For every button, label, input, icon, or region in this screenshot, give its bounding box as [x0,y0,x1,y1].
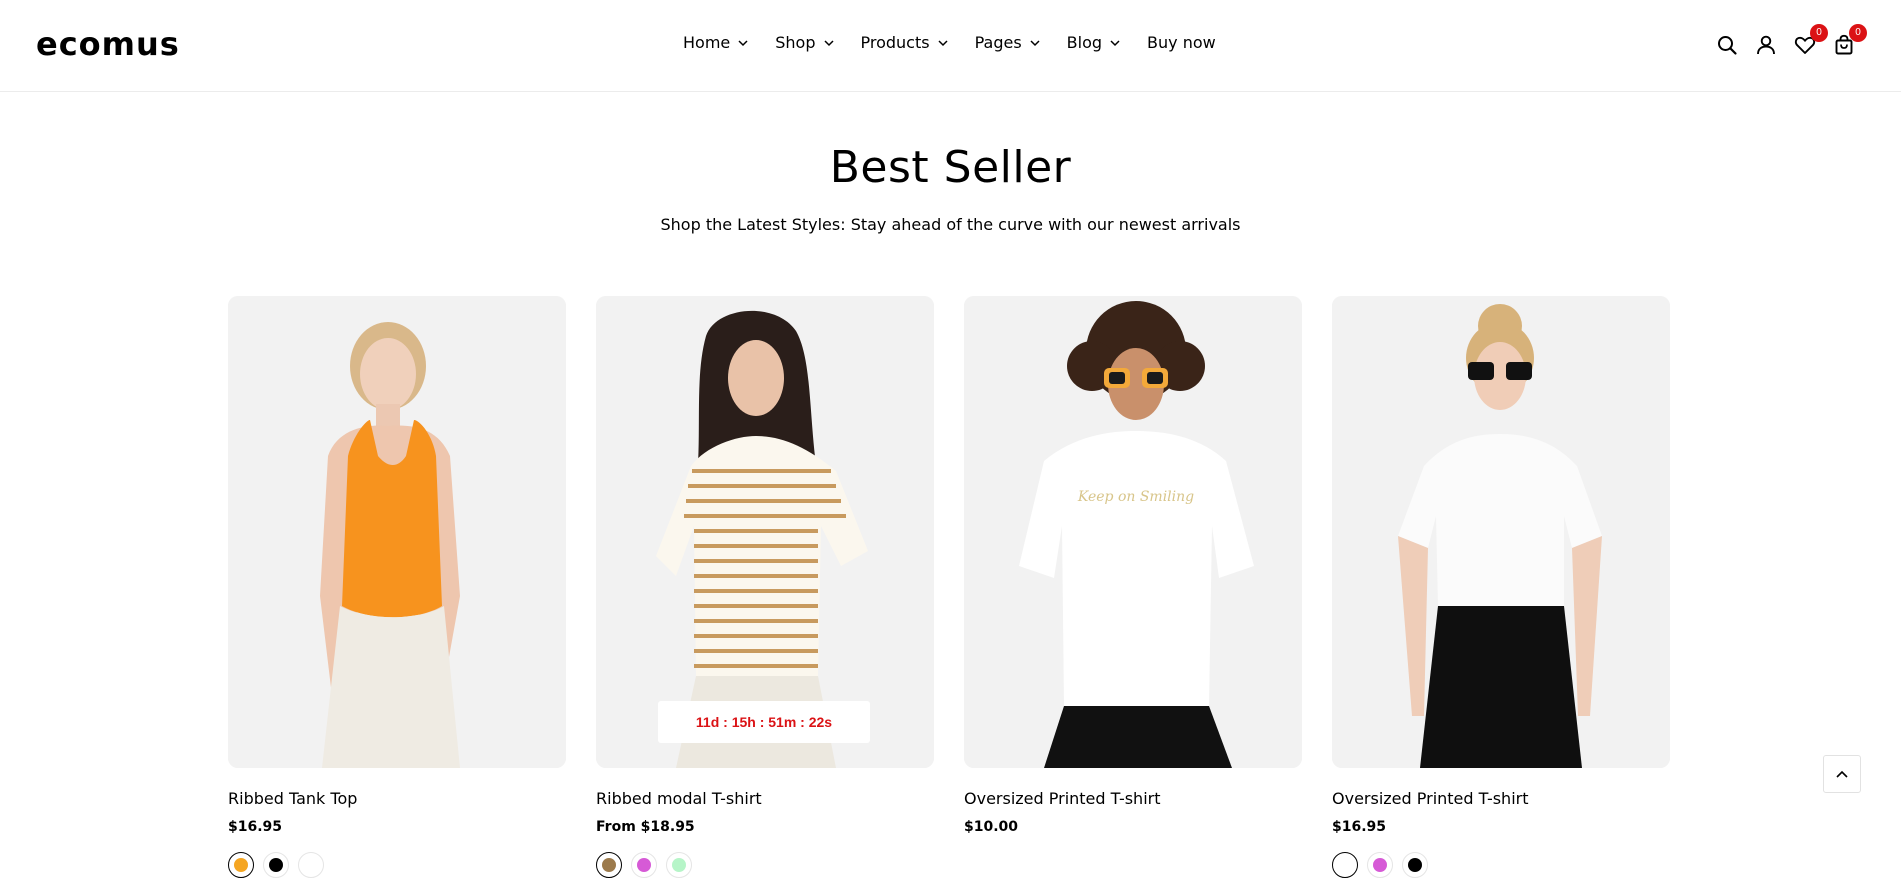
user-icon [1757,35,1775,55]
swatch-dot [234,858,248,872]
main-nav: Home Shop Products Pages Blog Buy now [683,30,1216,56]
swatch-dot [304,858,318,872]
color-swatches [596,852,934,878]
color-swatch-purple[interactable] [1367,852,1393,878]
nav-products-label: Products [860,33,930,52]
cart-count-badge: 0 [1849,24,1867,42]
swatch-dot [1373,858,1387,872]
nav-blog-label: Blog [1066,33,1103,52]
product-card: Ribbed Tank Top $16.95 [228,296,566,878]
product-name[interactable]: Ribbed Tank Top [228,788,566,810]
product-name[interactable]: Ribbed modal T-shirt [596,788,934,810]
cart-button[interactable]: 0 [1829,24,1867,60]
product-grid: Ribbed Tank Top $16.95 11d: 15h: 51m:… [228,296,1670,879]
product-photo-oversized-tshirt: Keep on Smiling [964,296,1302,768]
swatch-dot [1408,858,1422,872]
chevron-down-icon [938,40,948,47]
product-card: 11d : 15h : 51m : 22s Ribbed modal T-shi… [596,296,934,878]
product-price: From $18.95 [596,819,695,835]
product-price: $16.95 [228,819,283,835]
nav-buy-now[interactable]: Buy now [1147,30,1216,56]
chevron-up-icon [1836,770,1848,778]
product-image[interactable] [228,296,566,768]
nav-pages-label: Pages [974,33,1022,52]
svg-text:Keep on Smiling: Keep on Smiling [1077,489,1194,505]
nav-home-label: Home [683,33,731,52]
nav-products[interactable]: Products [861,30,949,56]
color-swatch-white[interactable] [1332,852,1358,878]
swatch-dot [602,858,616,872]
product-photo-tank-top [228,296,566,768]
countdown-timer: 11d : 15h : 51m : 22s [658,701,870,743]
section-title: Best Seller [829,142,1072,193]
product-price: $10.00 [964,819,1019,835]
nav-pages[interactable]: Pages [975,30,1041,56]
color-swatch-orange[interactable] [228,852,254,878]
product-price: $16.95 [1332,819,1387,835]
nav-blog[interactable]: Blog [1067,30,1121,56]
chevron-down-icon [823,40,834,47]
account-button[interactable] [1751,30,1781,60]
swatch-dot [637,858,651,872]
chevron-down-icon [1110,40,1120,47]
swatch-dot [1338,858,1352,872]
nav-shop-label: Shop [775,33,816,52]
color-swatch-mint[interactable] [666,852,692,878]
logo[interactable]: ecomus [36,28,180,60]
product-photo-white-tshirt [1332,296,1670,768]
nav-buy-now-label: Buy now [1147,33,1216,52]
nav-home[interactable]: Home [683,30,749,56]
product-image[interactable] [1332,296,1670,768]
wishlist-count-badge: 0 [1810,24,1828,42]
site-header: ecomus Home Shop Products Pages Blog Buy… [0,0,1901,92]
swatch-dot [672,858,686,872]
product-name[interactable]: Oversized Printed T-shirt [964,788,1302,810]
color-swatch-black[interactable] [1402,852,1428,878]
color-swatch-purple[interactable] [631,852,657,878]
product-card: Oversized Printed T-shirt $16.95 [1332,296,1670,878]
section-subtitle: Shop the Latest Styles: Stay ahead of th… [660,215,1241,234]
color-swatches [1332,852,1670,878]
product-photo-striped-tshirt [596,296,934,768]
color-swatch-brown[interactable] [596,852,622,878]
product-image[interactable]: Keep on Smiling [964,296,1302,768]
wishlist-button[interactable]: 0 [1790,24,1828,60]
search-button[interactable] [1712,30,1742,60]
color-swatch-white[interactable] [298,852,324,878]
back-to-top-button[interactable] [1823,755,1861,793]
search-icon [1718,36,1737,55]
product-card: Keep on Smiling Oversized Printed T-shir… [964,296,1302,836]
nav-shop[interactable]: Shop [775,30,834,56]
color-swatches [228,852,566,878]
chevron-down-icon [1030,40,1040,47]
chevron-down-icon [738,40,748,47]
product-name[interactable]: Oversized Printed T-shirt [1332,788,1670,810]
swatch-dot [269,858,283,872]
color-swatch-black[interactable] [263,852,289,878]
product-image[interactable]: 11d : 15h : 51m : 22s [596,296,934,768]
header-icons: 0 0 [1712,24,1868,60]
